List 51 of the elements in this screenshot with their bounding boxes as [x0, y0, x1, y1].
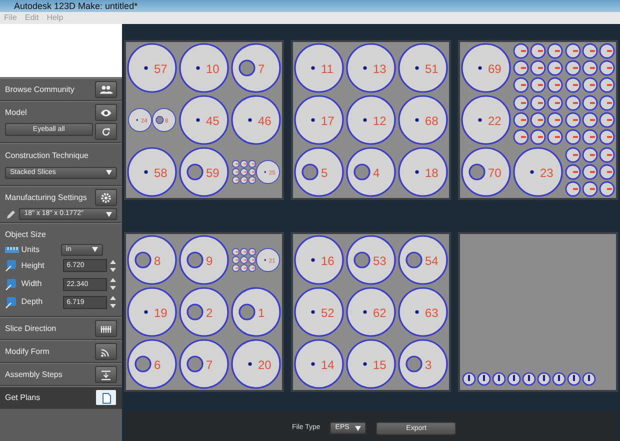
section-title: Model	[5, 106, 27, 118]
part-number: 57	[154, 62, 168, 76]
part-number: 69	[488, 62, 502, 76]
part-number: 68	[425, 114, 438, 128]
field-label: Width	[21, 278, 43, 290]
part-number: 7	[258, 62, 265, 76]
section-title: Slice Direction	[5, 322, 56, 335]
part-number: 70	[488, 166, 502, 180]
part-number: 12	[373, 114, 386, 128]
part-number: 4	[373, 166, 380, 180]
field-label: Units	[21, 244, 40, 256]
part-number: 15	[373, 358, 386, 372]
part-number: 45	[206, 114, 220, 128]
section-title: Assembly Steps	[5, 368, 62, 381]
section-title: Manufacturing Settings	[5, 192, 87, 204]
section-title: Get Plans	[5, 392, 40, 404]
part-number: 19	[154, 306, 168, 320]
part-number: 2	[206, 306, 213, 320]
part-number: 18	[425, 166, 438, 180]
field-label: Depth	[21, 296, 44, 308]
field-label: Height	[21, 260, 46, 272]
part-number: 54	[425, 254, 438, 268]
part-number: 3	[425, 358, 432, 372]
part-number: 13	[373, 62, 386, 76]
part-number: 5	[321, 166, 328, 180]
part-number: 10	[206, 62, 220, 76]
section-title: Modify Form	[5, 346, 50, 358]
part-number: 53	[373, 254, 386, 268]
part-number: 62	[373, 306, 386, 320]
part-number: 1	[258, 306, 265, 320]
part-number: 11	[321, 62, 334, 76]
section-title: Construction Technique	[5, 150, 88, 162]
section-title: Browse Community	[5, 84, 74, 96]
part-number: 16	[321, 254, 334, 268]
part-number: 14	[321, 358, 334, 372]
part-number: 51	[425, 62, 438, 76]
part-number: 23	[540, 166, 554, 180]
part-number: 58	[154, 166, 168, 180]
part-number: 59	[206, 166, 220, 180]
part-number: 46	[258, 114, 272, 128]
part-number: 6	[154, 358, 161, 372]
section-title: Object Size	[5, 229, 46, 242]
part-number: 8	[154, 254, 161, 268]
window-title: Autodesk 123D Make: untitled*	[0, 0, 620, 12]
part-number: 52	[321, 306, 334, 320]
part-number: 22	[488, 114, 502, 128]
part-number: 63	[425, 306, 438, 320]
part-number: 20	[258, 358, 272, 372]
part-number: 17	[321, 114, 334, 128]
part-number: 9	[206, 254, 213, 268]
part-number: 7	[206, 358, 213, 372]
